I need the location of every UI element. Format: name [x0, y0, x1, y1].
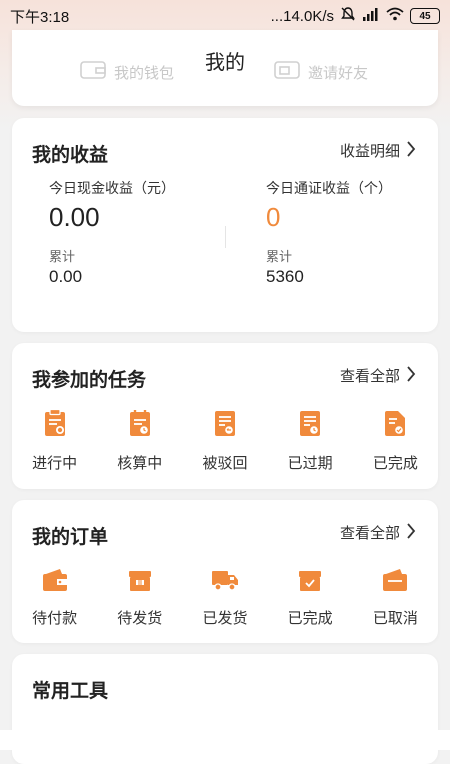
page-title: 我的 [205, 52, 245, 74]
order-shipped-label: 已发货 [202, 610, 248, 627]
tasks-view-all-label: 查看全部 [339, 368, 400, 385]
clipboard-in-progress-icon [43, 408, 67, 442]
tasks-card: 我参加的任务 查看全部 进行中 核算中 被驳回 已过期 已完成 [12, 343, 438, 489]
order-pending-shipment-label: 待发货 [117, 610, 163, 627]
token-today-value: 0 [266, 202, 281, 232]
tasks-title: 我参加的任务 [32, 370, 147, 391]
tools-title: 常用工具 [32, 681, 109, 702]
earnings-title: 我的收益 [32, 145, 109, 166]
task-accounting[interactable]: 核算中 [100, 409, 180, 473]
package-icon [127, 568, 153, 597]
order-shipped[interactable]: 已发货 [185, 568, 265, 628]
wifi-icon [386, 7, 404, 25]
task-rejected[interactable]: 被驳回 [185, 409, 265, 473]
order-pending-payment-label: 待付款 [32, 610, 78, 627]
task-completed-label: 已完成 [372, 455, 418, 472]
order-cancelled-label: 已取消 [372, 610, 418, 627]
network-speed: ...14.0K/s [270, 7, 334, 25]
box-check-icon [297, 568, 323, 597]
earnings-detail-label: 收益明细 [339, 143, 400, 160]
wallet-icon [42, 568, 68, 597]
orders-icon-row: 待付款 待发货 已发货 已完成 已取消 [12, 568, 438, 628]
truck-icon [211, 568, 239, 597]
document-rejected-icon [213, 409, 237, 442]
task-in-progress[interactable]: 进行中 [15, 408, 95, 473]
signal-icon [362, 7, 380, 25]
bottom-navigation-bar [0, 730, 450, 750]
task-expired[interactable]: 已过期 [270, 409, 350, 473]
tasks-view-all-link[interactable]: 查看全部 [340, 365, 416, 386]
orders-title: 我的订单 [32, 527, 109, 548]
orders-card: 我的订单 查看全部 待付款 待发货 已发货 已完成 已取消 [12, 500, 438, 643]
orders-view-all-link[interactable]: 查看全部 [340, 522, 416, 543]
earnings-detail-link[interactable]: 收益明细 [340, 140, 416, 161]
earnings-card: 我的收益 收益明细 今日现金收益（元） 0.00 累计 0.00 今日通证收益（… [12, 118, 438, 332]
document-completed-icon [383, 409, 407, 442]
task-expired-label: 已过期 [287, 455, 333, 472]
order-pending-payment[interactable]: 待付款 [15, 568, 95, 628]
token-total-value: 5360 [266, 267, 304, 286]
status-time: 下午3:18 [10, 8, 70, 26]
order-completed-label: 已完成 [287, 610, 333, 627]
order-completed[interactable]: 已完成 [270, 568, 350, 628]
chevron-right-icon [406, 365, 416, 386]
chevron-right-icon [406, 522, 416, 543]
chevron-right-icon [406, 140, 416, 161]
battery-icon: 45 [410, 8, 440, 24]
earnings-divider [225, 226, 226, 248]
cash-today-value: 0.00 [49, 202, 100, 232]
tasks-icon-row: 进行中 核算中 被驳回 已过期 已完成 [12, 408, 438, 473]
document-expired-icon [298, 409, 322, 442]
task-completed[interactable]: 已完成 [355, 409, 435, 473]
order-pending-shipment[interactable]: 待发货 [100, 568, 180, 628]
cash-total-value: 0.00 [49, 267, 83, 286]
task-accounting-label: 核算中 [117, 455, 163, 472]
token-total-label: 累计 [266, 249, 293, 264]
orders-view-all-label: 查看全部 [339, 525, 400, 542]
task-in-progress-label: 进行中 [32, 455, 78, 472]
status-indicators: ...14.0K/s 45 [271, 6, 440, 26]
cash-total-label: 累计 [49, 249, 76, 264]
task-rejected-label: 被驳回 [202, 455, 248, 472]
cash-today-label: 今日现金收益（元） [49, 180, 175, 196]
order-cancelled[interactable]: 已取消 [355, 568, 435, 628]
status-bar: 下午3:18 ...14.0K/s 45 [0, 0, 450, 32]
token-today-label: 今日通证收益（个） [266, 180, 392, 196]
mute-icon [340, 6, 356, 26]
calendar-accounting-icon [128, 409, 152, 442]
wallet-cancel-icon [382, 568, 408, 597]
